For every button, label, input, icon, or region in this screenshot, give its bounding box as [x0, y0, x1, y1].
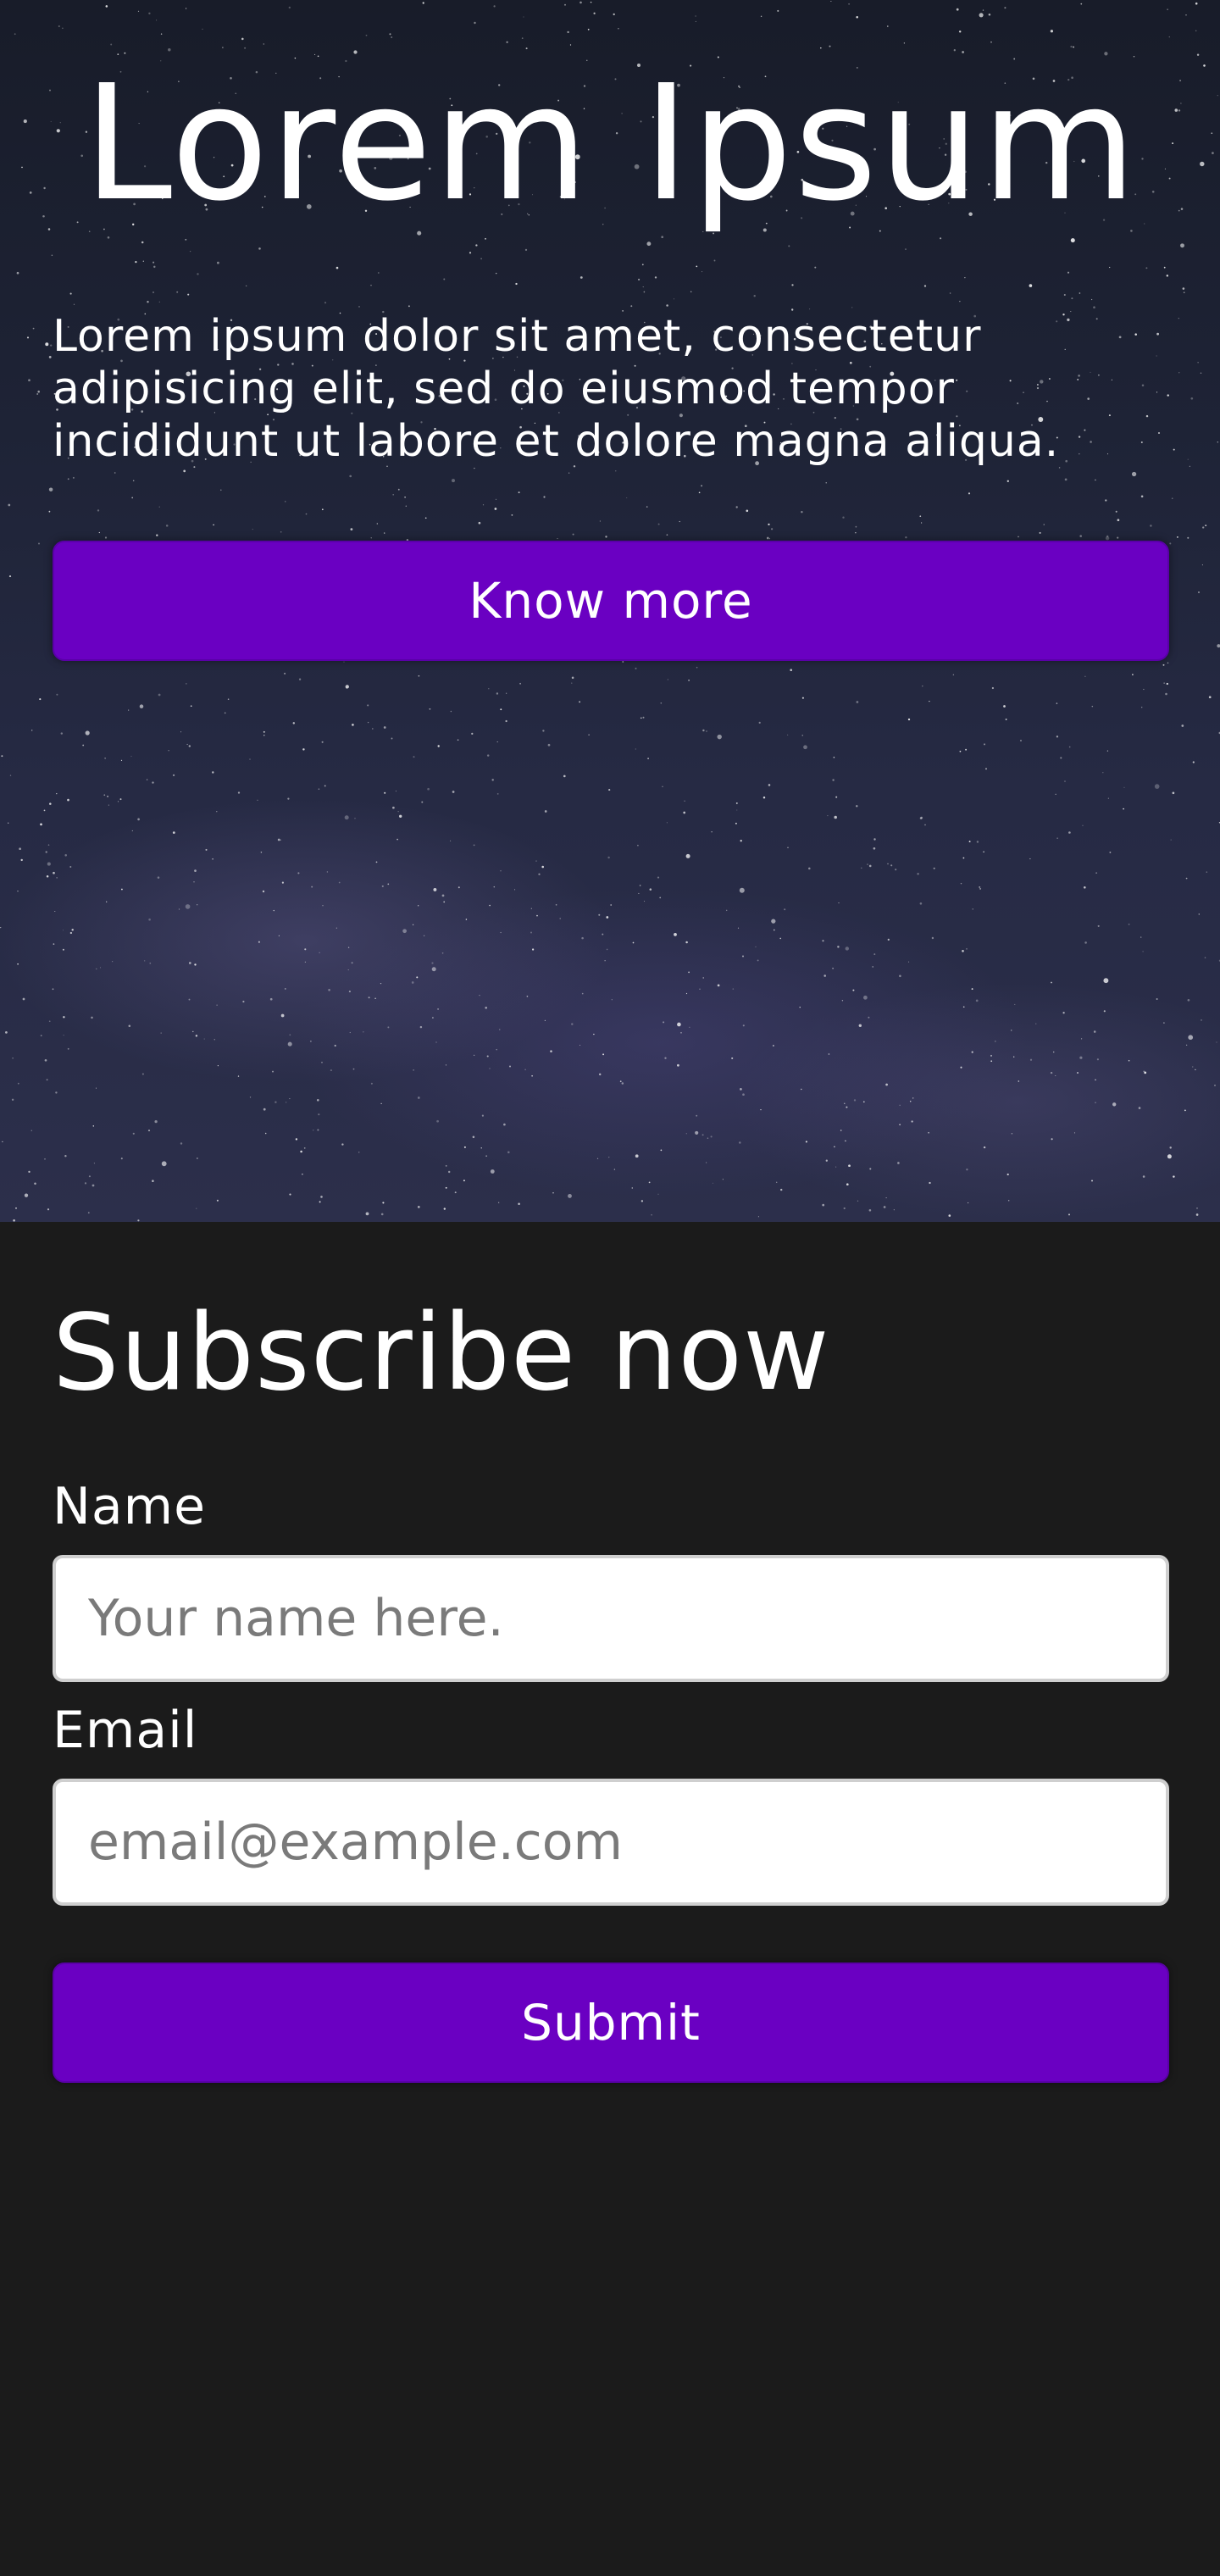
know-more-button[interactable]: Know more: [53, 541, 1169, 661]
email-input[interactable]: [53, 1779, 1169, 1906]
hero-description: Lorem ipsum dolor sit amet, consectetur …: [53, 311, 1060, 467]
submit-button[interactable]: Submit: [53, 1963, 1169, 2083]
subscribe-title: Subscribe now: [53, 1292, 830, 1414]
hero-title: Lorem Ipsum: [83, 51, 1139, 236]
subscribe-section: Subscribe now Name Email Submit: [0, 1222, 1220, 2576]
name-input[interactable]: [53, 1555, 1169, 1682]
hero-section: Lorem Ipsum Lorem ipsum dolor sit amet, …: [0, 0, 1220, 1222]
email-label: Email: [53, 1701, 198, 1760]
name-label: Name: [53, 1477, 207, 1536]
